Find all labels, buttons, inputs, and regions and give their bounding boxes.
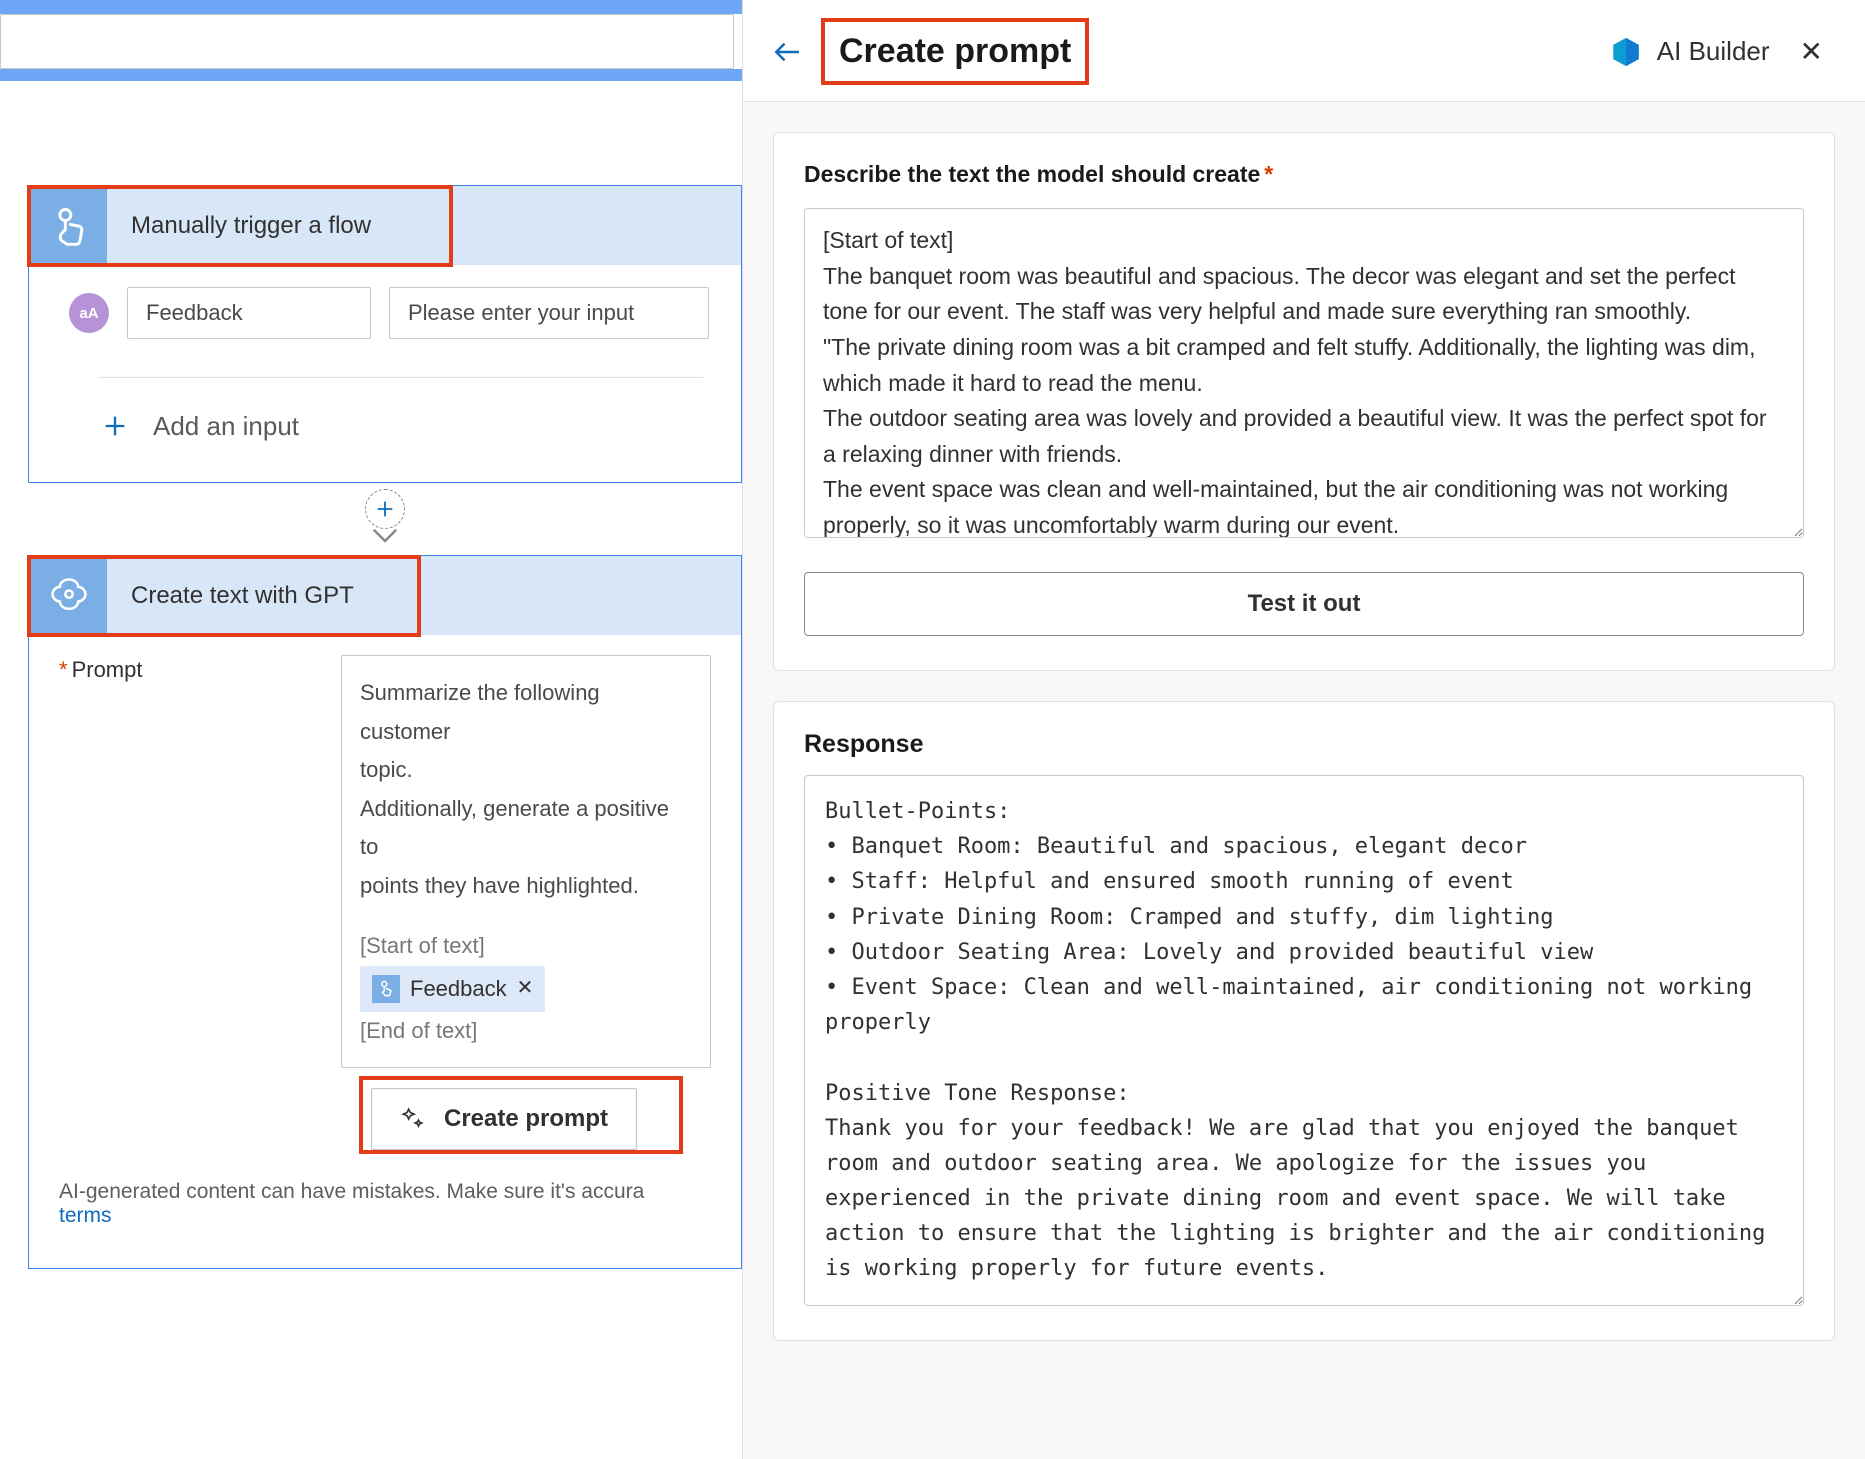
describe-textarea[interactable] xyxy=(804,208,1804,538)
gpt-action-card[interactable]: Create text with GPT *Prompt Summarize t… xyxy=(28,555,742,1269)
plus-icon xyxy=(99,410,131,442)
response-output[interactable]: Bullet-Points: • Banquet Room: Beautiful… xyxy=(804,775,1804,1306)
close-icon[interactable]: ✕ xyxy=(1794,35,1829,68)
test-it-out-button[interactable]: Test it out xyxy=(804,572,1804,636)
touch-icon xyxy=(31,188,107,264)
flow-canvas: Manually trigger a flow aA Feedback Plea… xyxy=(28,185,742,1459)
back-arrow-icon[interactable] xyxy=(771,36,803,68)
trigger-title: Manually trigger a flow xyxy=(109,212,371,240)
add-step-button[interactable] xyxy=(365,489,405,529)
input-name-field[interactable]: Feedback xyxy=(127,287,371,339)
panel-body: Describe the text the model should creat… xyxy=(743,102,1865,1459)
describe-card: Describe the text the model should creat… xyxy=(773,132,1835,671)
trigger-header[interactable]: Manually trigger a flow xyxy=(29,185,741,265)
panel-header: Create prompt AI Builder ✕ xyxy=(743,0,1865,102)
describe-label: Describe the text the model should creat… xyxy=(804,161,1804,188)
text-type-icon: aA xyxy=(69,293,109,333)
arrow-down-icon xyxy=(370,525,400,547)
flow-connector xyxy=(28,483,742,555)
create-prompt-button[interactable]: Create prompt xyxy=(371,1088,637,1150)
prompt-textarea[interactable]: Summarize the following customer topic. … xyxy=(341,655,711,1068)
toolbar-accent-under xyxy=(0,69,742,81)
sparkle-icon xyxy=(400,1106,426,1132)
remove-token-icon[interactable]: ✕ xyxy=(517,971,534,1006)
touch-icon xyxy=(372,975,400,1003)
toolbar-accent xyxy=(0,0,742,14)
terms-link[interactable]: terms xyxy=(59,1204,112,1227)
ai-disclaimer: AI-generated content can have mistakes. … xyxy=(29,1150,741,1268)
gpt-header[interactable]: Create text with GPT xyxy=(29,555,741,635)
gpt-icon xyxy=(31,558,107,634)
ai-builder-brand: AI Builder xyxy=(1609,35,1770,69)
ai-builder-logo-icon xyxy=(1609,35,1643,69)
add-input-button[interactable]: Add an input xyxy=(29,378,741,482)
flow-designer: Manually trigger a flow aA Feedback Plea… xyxy=(0,0,742,1459)
prompt-field: *Prompt Summarize the following customer… xyxy=(29,635,741,1150)
response-card: Response Bullet-Points: • Banquet Room: … xyxy=(773,701,1835,1341)
create-prompt-panel: Create prompt AI Builder ✕ Describe the … xyxy=(742,0,1865,1459)
search-input[interactable] xyxy=(0,14,734,69)
panel-title: Create prompt xyxy=(839,32,1071,71)
feedback-token[interactable]: Feedback ✕ xyxy=(360,966,545,1013)
input-placeholder-field[interactable]: Please enter your input xyxy=(389,287,709,339)
trigger-input-row: aA Feedback Please enter your input xyxy=(29,265,741,339)
gpt-title: Create text with GPT xyxy=(109,582,354,610)
trigger-card[interactable]: Manually trigger a flow aA Feedback Plea… xyxy=(28,185,742,483)
response-label: Response xyxy=(804,730,1804,759)
